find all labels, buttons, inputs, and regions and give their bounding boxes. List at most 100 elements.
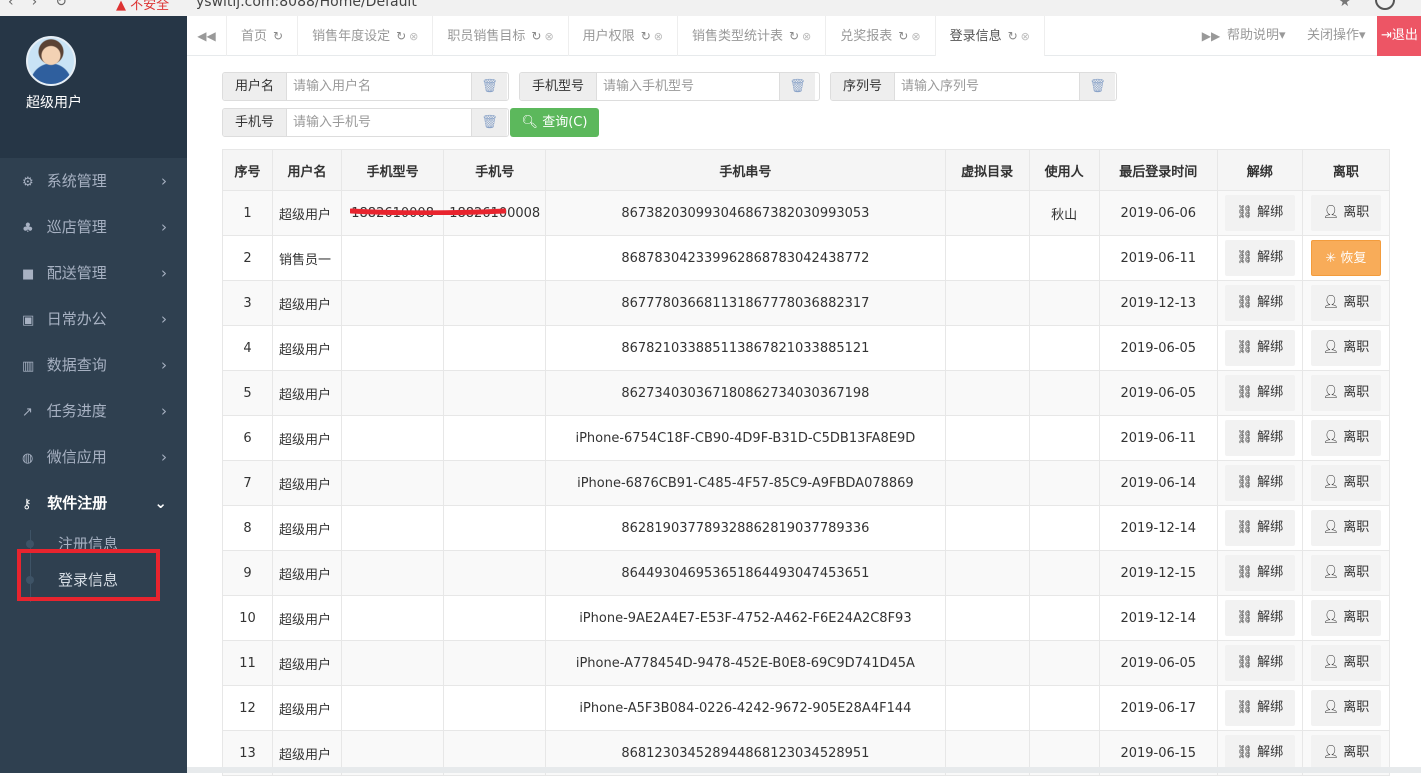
- help-dropdown[interactable]: 帮助说明▾: [1227, 16, 1286, 56]
- col-username[interactable]: 用户名: [272, 149, 343, 191]
- refresh-icon[interactable]: ↻: [396, 29, 406, 43]
- table-row[interactable]: 9 超级用户 864493046953651864493047453651 2019-…: [221, 550, 1391, 596]
- sidebar-item-task-progress[interactable]: ↗ 任务进度 ›: [0, 388, 187, 434]
- sidebar-item-delivery[interactable]: ■ 配送管理 ›: [0, 250, 187, 296]
- unbind-button[interactable]: ⛓ 解绑: [1224, 690, 1295, 726]
- table-row[interactable]: 5 超级用户 862734030367180862734030367198 2019-…: [221, 370, 1391, 416]
- tab-sales-year[interactable]: 销售年度设定 ↻ ⊗: [298, 16, 434, 56]
- refresh-icon[interactable]: ↻: [531, 29, 541, 43]
- tab-home[interactable]: 首页 ↻: [227, 16, 299, 56]
- unbind-button[interactable]: ⛓ 解绑: [1224, 735, 1295, 771]
- query-button[interactable]: 🔍︎ 查询(C): [510, 108, 599, 137]
- unbind-button[interactable]: ⛓ 解绑: [1224, 330, 1295, 366]
- col-virtual-dir[interactable]: 虚拟目录: [944, 149, 1030, 191]
- tab-user-permissions[interactable]: 用户权限 ↻ ⊗: [569, 16, 678, 56]
- table-row[interactable]: 1 超级用户 1882610008 18826100008 86738203099304…: [221, 190, 1391, 236]
- refresh-icon[interactable]: ↻: [789, 29, 799, 43]
- resign-button[interactable]: 👤︎ 离职: [1310, 510, 1381, 546]
- col-person[interactable]: 使用人: [1028, 149, 1100, 191]
- tab-staff-target[interactable]: 职员销售目标 ↻ ⊗: [433, 16, 569, 56]
- unbind-button[interactable]: ⛓ 解绑: [1224, 240, 1295, 276]
- resign-button[interactable]: 👤︎ 离职: [1310, 735, 1381, 771]
- chevron-right-icon: ›: [161, 172, 167, 190]
- sidebar-item-data-query[interactable]: ▥ 数据查询 ›: [0, 342, 187, 388]
- col-no[interactable]: 序号: [221, 149, 274, 191]
- close-icon[interactable]: ⊗: [654, 30, 663, 43]
- close-icon[interactable]: ⊗: [911, 30, 920, 43]
- table-row[interactable]: 7 超级用户 iPhone-6876CB91-C485-4F57-85C9-A9FB…: [221, 460, 1391, 506]
- close-ops-dropdown[interactable]: 关闭操作▾: [1307, 16, 1366, 56]
- sidebar-item-software-register[interactable]: ⚷ 软件注册 ⌄: [0, 480, 187, 526]
- trash-icon[interactable]: 🗑: [471, 109, 508, 136]
- trash-icon[interactable]: 🗑: [1079, 73, 1116, 100]
- tab-scroll-right-icon[interactable]: ▶▶: [1197, 16, 1225, 56]
- close-icon[interactable]: ⊗: [544, 30, 553, 43]
- trash-icon[interactable]: 🗑: [779, 73, 816, 100]
- resign-label: 离职: [1343, 565, 1370, 580]
- browser-nav-icons[interactable]: ‹›↻: [8, 0, 85, 10]
- col-imei[interactable]: 手机串号: [545, 149, 946, 191]
- unbind-button[interactable]: ⛓ 解绑: [1224, 195, 1295, 231]
- bookmark-star-icon[interactable]: ★: [1338, 0, 1351, 10]
- sidebar-item-office[interactable]: ▣ 日常办公 ›: [0, 296, 187, 342]
- unbind-button[interactable]: ⛓ 解绑: [1224, 555, 1295, 591]
- unbind-button[interactable]: ⛓ 解绑: [1224, 645, 1295, 681]
- refresh-icon[interactable]: ↻: [641, 29, 651, 43]
- chevron-down-icon: ⌄: [154, 494, 167, 512]
- resign-button[interactable]: 👤︎ 离职: [1310, 555, 1381, 591]
- tab-label: 用户权限: [582, 29, 635, 44]
- sidebar-item-patrol[interactable]: ♣ 巡店管理 ›: [0, 204, 187, 250]
- table-row[interactable]: 10 超级用户 iPhone-9AE2A4E7-E53F-4752-A462-F6E…: [221, 595, 1391, 641]
- avatar[interactable]: [26, 36, 76, 86]
- unbind-button[interactable]: ⛓ 解绑: [1224, 600, 1295, 636]
- close-icon[interactable]: ⊗: [802, 30, 811, 43]
- unbind-button[interactable]: ⛓ 解绑: [1224, 465, 1295, 501]
- table-row[interactable]: 4 超级用户 867821033885113867821033885121 2019-…: [221, 325, 1391, 371]
- serial-input[interactable]: [895, 73, 1080, 100]
- username-input[interactable]: [287, 73, 472, 100]
- resign-button[interactable]: 👤︎ 离职: [1310, 465, 1381, 501]
- unbind-button[interactable]: ⛓ 解绑: [1224, 420, 1295, 456]
- tab-login-info[interactable]: 登录信息 ↻ ⊗: [935, 16, 1045, 56]
- resign-button[interactable]: 👤︎ 离职: [1310, 330, 1381, 366]
- close-icon[interactable]: ⊗: [1021, 30, 1030, 43]
- logout-button[interactable]: ⇥退出: [1377, 16, 1421, 56]
- table-row[interactable]: 3 超级用户 867778036681131867778036882317 2019-…: [221, 280, 1391, 326]
- tab-scroll-left-icon[interactable]: ◀◀: [187, 16, 227, 56]
- refresh-icon[interactable]: ↻: [898, 29, 908, 43]
- refresh-icon[interactable]: ↻: [1008, 29, 1018, 43]
- address-bar[interactable]: yswitij.com:8088/Home/Default: [196, 0, 417, 10]
- user-name[interactable]: 超级用户: [26, 92, 82, 112]
- table-row[interactable]: 6 超级用户 iPhone-6754C18F-CB90-4D9F-B31D-C5DB…: [221, 415, 1391, 461]
- unbind-button[interactable]: ⛓ 解绑: [1224, 510, 1295, 546]
- horizontal-scrollbar[interactable]: [187, 767, 1421, 773]
- resign-button[interactable]: 👤︎ 离职: [1310, 600, 1381, 636]
- resign-button[interactable]: 👤︎ 离职: [1310, 285, 1381, 321]
- table-row[interactable]: 11 超级用户 iPhone-A778454D-9478-452E-B0E8-69C…: [221, 640, 1391, 686]
- sidebar-item-wechat[interactable]: ◍ 微信应用 ›: [0, 434, 187, 480]
- table-row[interactable]: 12 超级用户 iPhone-A5F3B084-0226-4242-9672-905…: [221, 685, 1391, 731]
- table-row[interactable]: 8 超级用户 862819037789328862819037789336 2019-…: [221, 505, 1391, 551]
- tab-prize-report[interactable]: 兑奖报表 ↻ ⊗: [826, 16, 936, 56]
- phone-input[interactable]: [287, 109, 472, 136]
- cell-username: 超级用户: [272, 370, 343, 416]
- restore-button[interactable]: ✳ 恢复: [1310, 240, 1381, 276]
- resign-button[interactable]: 👤︎ 离职: [1310, 690, 1381, 726]
- resign-button[interactable]: 👤︎ 离职: [1310, 375, 1381, 411]
- sidebar-item-system[interactable]: ⚙ 系统管理 ›: [0, 158, 187, 204]
- trash-icon[interactable]: 🗑: [471, 73, 508, 100]
- resign-button[interactable]: 👤︎ 离职: [1310, 645, 1381, 681]
- table-row[interactable]: 2 销售员一 868783042339962868783042438772 2019-…: [221, 235, 1391, 281]
- close-icon[interactable]: ⊗: [409, 30, 418, 43]
- col-model[interactable]: 手机型号: [341, 149, 445, 191]
- refresh-icon[interactable]: ↻: [273, 29, 283, 43]
- model-input[interactable]: [597, 73, 780, 100]
- tab-sales-type-stats[interactable]: 销售类型统计表 ↻ ⊗: [678, 16, 827, 56]
- resign-button[interactable]: 👤︎ 离职: [1310, 195, 1381, 231]
- col-phone[interactable]: 手机号: [443, 149, 547, 191]
- browser-profile-icon[interactable]: [1375, 0, 1395, 10]
- resign-button[interactable]: 👤︎ 离职: [1310, 420, 1381, 456]
- col-last-login[interactable]: 最后登录时间: [1098, 149, 1218, 191]
- unbind-button[interactable]: ⛓ 解绑: [1224, 285, 1295, 321]
- unbind-button[interactable]: ⛓ 解绑: [1224, 375, 1295, 411]
